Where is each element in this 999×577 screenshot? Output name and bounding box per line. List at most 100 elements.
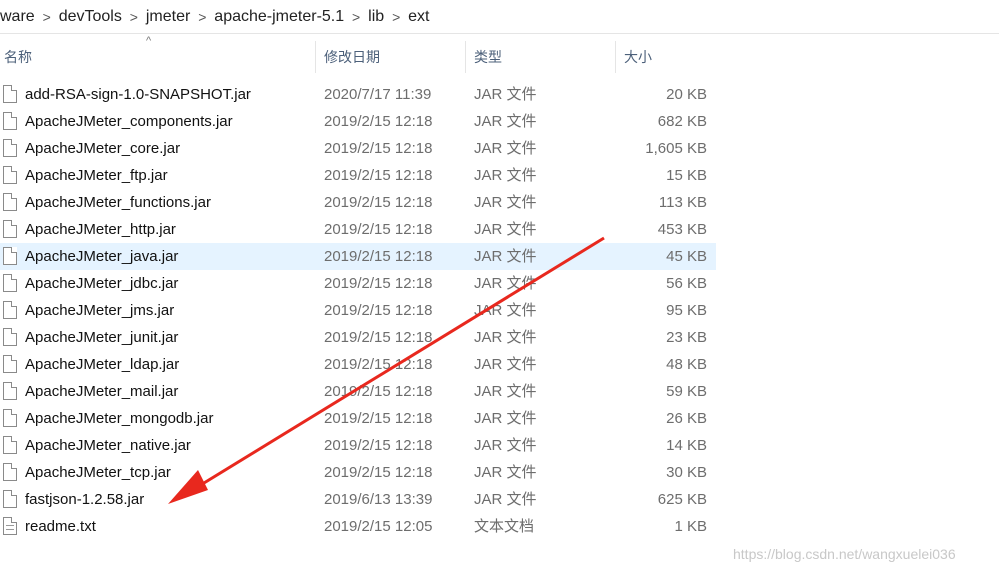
- file-type: JAR 文件: [474, 464, 537, 481]
- file-modified-date: 2019/2/15 12:18: [324, 302, 433, 319]
- file-name: add-RSA-sign-1.0-SNAPSHOT.jar: [25, 86, 251, 103]
- file-size: 682 KB: [657, 113, 707, 130]
- column-header-row: 名称 ^ 修改日期 类型 大小: [0, 35, 716, 73]
- jar-file-icon: [3, 301, 17, 319]
- file-size: 1,605 KB: [645, 140, 707, 157]
- file-type: JAR 文件: [474, 194, 537, 211]
- file-modified-date: 2019/2/15 12:18: [324, 329, 433, 346]
- file-name: ApacheJMeter_http.jar: [25, 221, 176, 238]
- file-row[interactable]: ApacheJMeter_jms.jar 2019/2/15 12:18 JAR 文…: [0, 297, 716, 324]
- file-name: ApacheJMeter_mail.jar: [25, 383, 179, 400]
- file-type: JAR 文件: [474, 491, 537, 508]
- file-size: 95 KB: [666, 302, 707, 319]
- breadcrumb-separator-icon[interactable]: >: [122, 9, 146, 25]
- jar-file-icon: [3, 193, 17, 211]
- jar-file-icon: [3, 328, 17, 346]
- file-size: 14 KB: [666, 437, 707, 454]
- file-row[interactable]: ApacheJMeter_ldap.jar 2019/2/15 12:18 JAR …: [0, 351, 716, 378]
- sort-ascending-icon: ^: [146, 35, 152, 47]
- file-name: ApacheJMeter_ftp.jar: [25, 167, 168, 184]
- breadcrumb-separator-icon[interactable]: >: [190, 9, 214, 25]
- file-modified-date: 2019/6/13 13:39: [324, 491, 433, 508]
- file-modified-date: 2019/2/15 12:18: [324, 437, 433, 454]
- file-row[interactable]: ApacheJMeter_jdbc.jar 2019/2/15 12:18 JAR …: [0, 270, 716, 297]
- file-type: 文本文档: [474, 518, 535, 535]
- breadcrumb-separator-icon[interactable]: >: [384, 9, 408, 25]
- file-size: 56 KB: [666, 275, 707, 292]
- jar-file-icon: [3, 463, 17, 481]
- file-list: add-RSA-sign-1.0-SNAPSHOT.jar 2020/7/17 1…: [0, 81, 716, 540]
- file-type: JAR 文件: [474, 221, 537, 238]
- file-modified-date: 2019/2/15 12:18: [324, 167, 433, 184]
- file-name: ApacheJMeter_java.jar: [25, 248, 179, 265]
- file-modified-date: 2019/2/15 12:18: [324, 383, 433, 400]
- file-type: JAR 文件: [474, 437, 537, 454]
- column-header-size[interactable]: 大小: [620, 41, 716, 73]
- address-bar-breadcrumb: ware > devTools > jmeter > apache-jmeter-5.1 > l…: [0, 0, 999, 34]
- file-name: ApacheJMeter_components.jar: [25, 113, 233, 130]
- breadcrumb-separator-icon[interactable]: >: [344, 9, 368, 25]
- breadcrumb-item[interactable]: ware: [0, 8, 35, 26]
- file-modified-date: 2019/2/15 12:05: [324, 518, 433, 535]
- breadcrumb-item[interactable]: apache-jmeter-5.1: [214, 8, 344, 26]
- file-row[interactable]: ApacheJMeter_ftp.jar 2019/2/15 12:18 JAR 文…: [0, 162, 716, 189]
- text-file-icon: [3, 517, 17, 535]
- file-type: JAR 文件: [474, 275, 537, 292]
- file-modified-date: 2019/2/15 12:18: [324, 140, 433, 157]
- file-type: JAR 文件: [474, 329, 537, 346]
- file-modified-date: 2019/2/15 12:18: [324, 221, 433, 238]
- breadcrumb-item[interactable]: ext: [408, 8, 429, 26]
- file-name: ApacheJMeter_jms.jar: [25, 302, 175, 319]
- breadcrumb-item[interactable]: lib: [368, 8, 384, 26]
- file-row[interactable]: ApacheJMeter_junit.jar 2019/2/15 12:18 JAR…: [0, 324, 716, 351]
- file-modified-date: 2020/7/17 11:39: [324, 86, 432, 103]
- file-size: 625 KB: [657, 491, 707, 508]
- file-row[interactable]: readme.txt 2019/2/15 12:05 文本文档 1 KB: [0, 513, 716, 540]
- jar-file-icon: [3, 409, 17, 427]
- file-size: 30 KB: [666, 464, 707, 481]
- column-header-name[interactable]: 名称: [0, 41, 316, 73]
- file-row[interactable]: ApacheJMeter_components.jar 2019/2/15 12:…: [0, 108, 716, 135]
- breadcrumb-item[interactable]: jmeter: [146, 8, 190, 26]
- file-row[interactable]: ApacheJMeter_http.jar 2019/2/15 12:18 JAR …: [0, 216, 716, 243]
- file-row[interactable]: ApacheJMeter_tcp.jar 2019/2/15 12:18 JAR 文…: [0, 459, 716, 486]
- file-row[interactable]: ApacheJMeter_java.jar 2019/2/15 12:18 JAR …: [0, 243, 716, 270]
- file-type: JAR 文件: [474, 86, 537, 103]
- file-modified-date: 2019/2/15 12:18: [324, 194, 433, 211]
- jar-file-icon: [3, 247, 17, 265]
- file-type: JAR 文件: [474, 248, 537, 265]
- jar-file-icon: [3, 355, 17, 373]
- column-header-type[interactable]: 类型: [470, 41, 616, 73]
- file-size: 23 KB: [666, 329, 707, 346]
- file-row[interactable]: ApacheJMeter_mongodb.jar 2019/2/15 12:18 J…: [0, 405, 716, 432]
- jar-file-icon: [3, 436, 17, 454]
- file-name: ApacheJMeter_mongodb.jar: [25, 410, 214, 427]
- file-modified-date: 2019/2/15 12:18: [324, 356, 433, 373]
- jar-file-icon: [3, 85, 17, 103]
- file-size: 26 KB: [666, 410, 707, 427]
- file-size: 20 KB: [666, 86, 707, 103]
- file-name: readme.txt: [25, 518, 96, 535]
- jar-file-icon: [3, 274, 17, 292]
- file-name: ApacheJMeter_native.jar: [25, 437, 191, 454]
- file-row[interactable]: ApacheJMeter_mail.jar 2019/2/15 12:18 JAR …: [0, 378, 716, 405]
- file-type: JAR 文件: [474, 356, 537, 373]
- column-header-date[interactable]: 修改日期: [320, 41, 466, 73]
- jar-file-icon: [3, 490, 17, 508]
- file-row[interactable]: ApacheJMeter_native.jar 2019/2/15 12:18 JA…: [0, 432, 716, 459]
- file-name: ApacheJMeter_jdbc.jar: [25, 275, 179, 292]
- file-row[interactable]: ApacheJMeter_functions.jar 2019/2/15 12:1…: [0, 189, 716, 216]
- file-size: 113 KB: [658, 194, 707, 211]
- file-type: JAR 文件: [474, 410, 537, 427]
- file-size: 45 KB: [666, 248, 707, 265]
- file-row[interactable]: fastjson-1.2.58.jar 2019/6/13 13:39 JAR 文件…: [0, 486, 716, 513]
- file-type: JAR 文件: [474, 113, 537, 130]
- file-row[interactable]: add-RSA-sign-1.0-SNAPSHOT.jar 2020/7/17 1…: [0, 81, 716, 108]
- file-name: ApacheJMeter_ldap.jar: [25, 356, 180, 373]
- file-row[interactable]: ApacheJMeter_core.jar 2019/2/15 12:18 JAR …: [0, 135, 716, 162]
- jar-file-icon: [3, 166, 17, 184]
- file-modified-date: 2019/2/15 12:18: [324, 113, 433, 130]
- breadcrumb-item[interactable]: devTools: [59, 8, 122, 26]
- breadcrumb-separator-icon[interactable]: >: [35, 9, 59, 25]
- file-type: JAR 文件: [474, 167, 537, 184]
